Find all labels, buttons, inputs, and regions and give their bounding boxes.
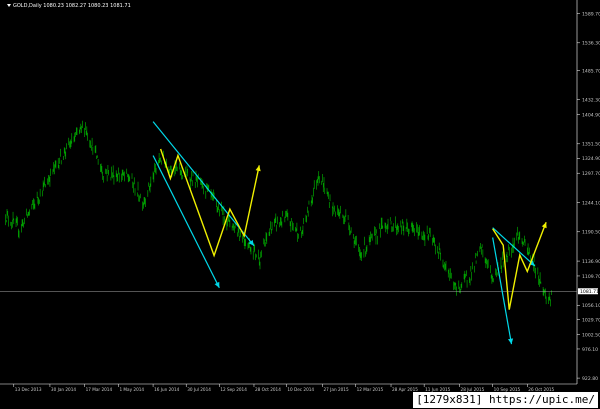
image-watermark: [1279x831] https://upic.me/	[413, 392, 598, 408]
time-axis-label: 12 Sep 2014	[220, 387, 247, 392]
price-axis-label: 1136.90	[582, 259, 600, 265]
price-axis-label: 1536.30	[582, 41, 600, 47]
price-axis-label: 1351.50	[582, 142, 600, 148]
symbol-label: GOLD,Daily	[13, 3, 42, 9]
chart-header: GOLD,Daily 1080.23 1082.27 1080.23 1081.…	[7, 3, 131, 9]
price-axis-label: 1056.10	[582, 303, 600, 309]
wave-arrowhead[interactable]	[255, 165, 261, 172]
price-axis-label: 1244.10	[582, 200, 600, 206]
time-axis-label: 28 Oct 2014	[255, 387, 281, 392]
time-axis-label: 30 Jul 2014	[187, 387, 211, 392]
time-axis-label: 16 Jun 2014	[154, 387, 180, 392]
time-axis-label: 12 Mar 2015	[357, 387, 384, 392]
symbol-dropdown-icon[interactable]	[7, 4, 11, 7]
time-axis-label: 17 Mar 2014	[86, 387, 113, 392]
time-axis-label: 1 May 2014	[119, 387, 144, 392]
price-axis-label: 1432.30	[582, 97, 600, 103]
ohlc-values: 1080.23 1082.27 1080.23 1081.71	[43, 3, 131, 9]
price-axis-label: 1002.50	[582, 332, 600, 338]
chart-window[interactable]: 1589.70 1536.30 1485.70 1432.30 1404.90 1351.…	[0, 0, 600, 409]
price-axis-label: 1190.50	[582, 230, 600, 236]
time-axis-label: 10 Dec 2014	[287, 387, 314, 392]
current-price-label: 1081.71	[580, 289, 599, 295]
price-axis-label: 976.10	[582, 347, 598, 353]
price-axis-label: 1589.70	[582, 11, 600, 17]
time-axis-label: 27 Jan 2015	[324, 387, 349, 392]
price-axis-label: 922.80	[582, 376, 598, 382]
price-chart[interactable]: 1589.70 1536.30 1485.70 1432.30 1404.90 1351.…	[0, 0, 600, 409]
price-axis-label: 1324.90	[582, 156, 600, 162]
price-axis-label: 1029.70	[582, 317, 600, 323]
trend-line[interactable]	[492, 237, 513, 345]
price-axis-label: 1404.90	[582, 112, 600, 118]
price-axis-label: 1297.70	[582, 171, 600, 177]
trend-line[interactable]	[492, 227, 536, 267]
trend-arrowhead[interactable]	[507, 338, 514, 345]
price-axis-label: 1485.70	[582, 68, 600, 74]
price-axis-label: 1109.70	[582, 274, 600, 280]
time-axis-label: 13 Dec 2013	[15, 387, 42, 392]
time-axis-label: 30 Jan 2014	[51, 387, 76, 392]
